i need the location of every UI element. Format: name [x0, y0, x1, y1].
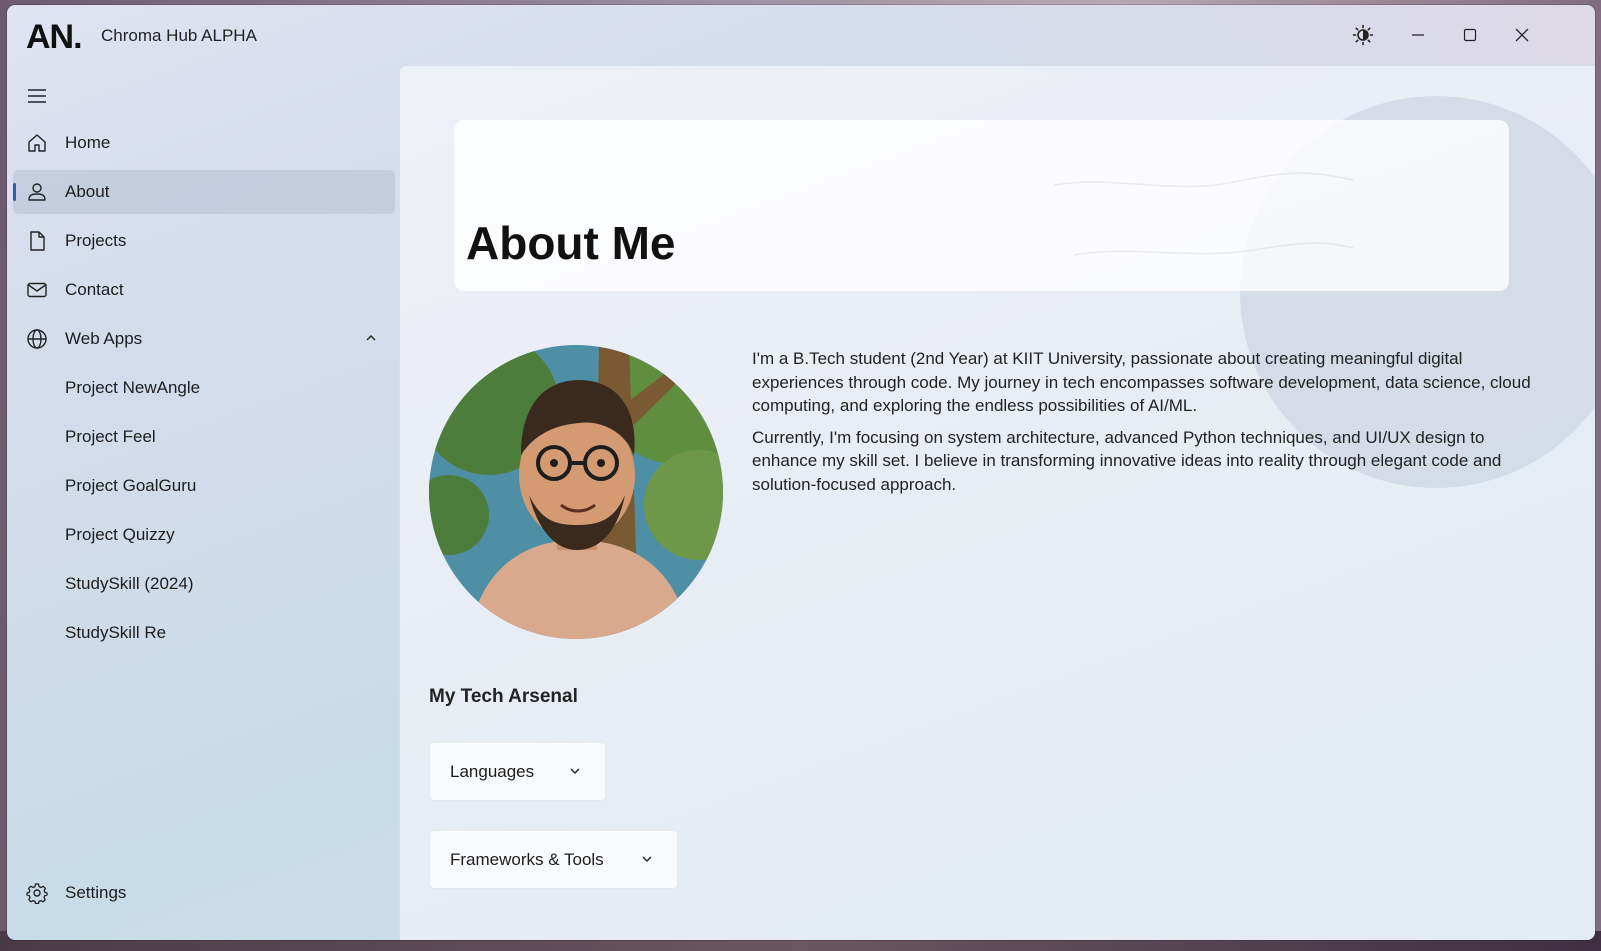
- gear-icon: [26, 883, 48, 904]
- app-logo: AN.: [26, 18, 83, 56]
- nav-item-label: About: [65, 182, 110, 201]
- nav-item-project-quizzy[interactable]: Project Quizzy: [13, 513, 395, 557]
- nav-item-projects[interactable]: Projects: [13, 219, 395, 263]
- nav-item-label: Web Apps: [65, 329, 143, 348]
- expander-label: Languages: [450, 761, 535, 781]
- expander-frameworks-tools[interactable]: Frameworks & Tools: [429, 830, 678, 889]
- maximize-button[interactable]: [1450, 19, 1490, 51]
- nav-item-project-goalguru[interactable]: Project GoalGuru: [13, 464, 395, 508]
- close-button[interactable]: [1502, 19, 1542, 51]
- maximize-icon: [1463, 28, 1477, 42]
- nav-item-web-apps[interactable]: Web Apps: [13, 317, 395, 361]
- nav-item-label: Project NewAngle: [65, 378, 201, 397]
- hamburger-icon: [28, 89, 46, 103]
- brightness-icon: [1352, 24, 1374, 46]
- minimize-icon: [1412, 34, 1424, 36]
- theme-toggle-button[interactable]: [1343, 19, 1383, 51]
- hero-card: About Me: [454, 120, 1509, 291]
- close-icon: [1515, 28, 1529, 42]
- nav-item-label: Project Feel: [65, 427, 156, 446]
- nav-item-home[interactable]: Home: [13, 121, 395, 165]
- minimize-button[interactable]: [1398, 19, 1438, 51]
- nav-item-contact[interactable]: Contact: [13, 268, 395, 312]
- navigation-pane: Home About Projects Contact Web Apps Pro…: [7, 65, 399, 940]
- expander-languages[interactable]: Languages: [429, 742, 606, 801]
- bio-paragraph: I'm a B.Tech student (2nd Year) at KIIT …: [752, 349, 1531, 415]
- bio-paragraph: Currently, I'm focusing on system archit…: [752, 427, 1502, 494]
- nav-item-label: StudySkill (2024): [65, 574, 194, 593]
- app-window: AN. Chroma Hub ALPHA Home About Projects…: [7, 5, 1595, 940]
- bio-text: I'm a B.Tech student (2nd Year) at KIIT …: [752, 347, 1542, 504]
- decorative-waves: [1054, 172, 1354, 256]
- nav-item-about[interactable]: About: [13, 170, 395, 214]
- nav-item-studyskill-re[interactable]: StudySkill Re: [13, 611, 395, 655]
- nav-item-label: Projects: [65, 231, 127, 250]
- expander-label: Frameworks & Tools: [450, 849, 604, 869]
- nav-item-label: Project Quizzy: [65, 525, 175, 544]
- selection-indicator: [13, 183, 16, 201]
- page-title: About Me: [466, 217, 676, 269]
- chevron-down-icon: [642, 856, 652, 862]
- section-title: My Tech Arsenal: [429, 686, 578, 707]
- nav-item-project-newangle[interactable]: Project NewAngle: [13, 366, 395, 410]
- profile-avatar: [429, 345, 723, 639]
- nav-item-label: StudySkill Re: [65, 623, 167, 642]
- person-icon: [28, 183, 46, 201]
- main-content: About Me I'm a B.Tech student (2nd Year)…: [399, 65, 1595, 940]
- globe-icon: [27, 329, 47, 349]
- nav-item-settings[interactable]: Settings: [13, 871, 395, 915]
- nav-item-label: Project GoalGuru: [65, 476, 197, 495]
- nav-item-label: Home: [65, 133, 111, 152]
- home-icon: [28, 134, 46, 152]
- nav-item-label: Settings: [65, 883, 127, 902]
- title-bar[interactable]: AN. Chroma Hub ALPHA: [7, 5, 1595, 65]
- nav-item-project-feel[interactable]: Project Feel: [13, 415, 395, 459]
- mail-icon: [27, 282, 47, 298]
- app-title: Chroma Hub ALPHA: [101, 26, 257, 45]
- chevron-up-icon: [366, 335, 376, 341]
- nav-item-label: Contact: [65, 280, 124, 299]
- chevron-down-icon: [570, 768, 580, 774]
- document-icon: [30, 231, 45, 251]
- nav-item-studyskill-2024[interactable]: StudySkill (2024): [13, 562, 395, 606]
- menu-toggle-button[interactable]: [21, 81, 53, 111]
